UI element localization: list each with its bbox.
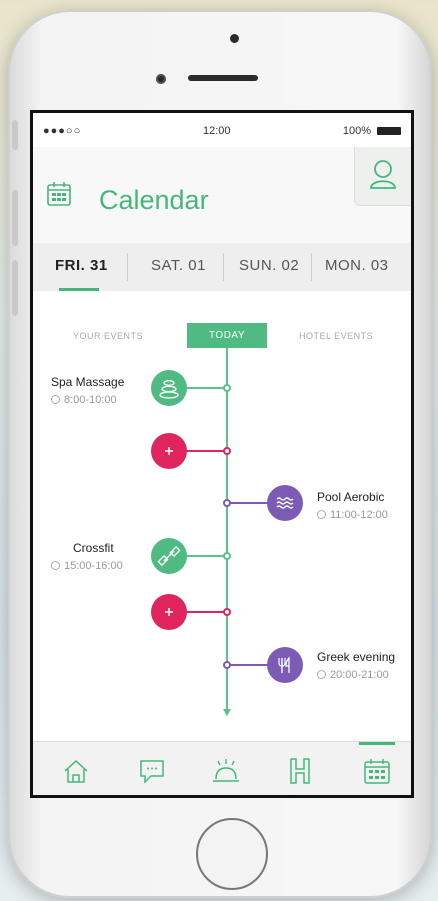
tab-mon-03[interactable]: MON. 03 [325, 257, 389, 274]
clock-icon [317, 510, 326, 519]
water-waves-icon [276, 497, 294, 509]
tab-sun-02[interactable]: SUN. 02 [239, 257, 299, 274]
event-time: 20:00-21:00 [317, 669, 389, 681]
active-nav-indicator [359, 742, 395, 745]
app-header: Calendar [33, 147, 411, 243]
status-time: 12:00 [203, 125, 231, 137]
profile-button[interactable] [354, 147, 411, 206]
connector-line [227, 664, 271, 666]
connector-line [183, 387, 227, 389]
connector-line [183, 611, 227, 613]
event-title: Pool Aerobic [317, 490, 385, 504]
timeline-node [223, 499, 231, 507]
chat-icon[interactable] [137, 756, 167, 786]
pool-aerobic-event-button[interactable] [267, 485, 303, 521]
front-camera [156, 74, 166, 84]
clock-icon [317, 670, 326, 679]
dumbbell-icon [157, 545, 181, 567]
clock-icon [51, 561, 60, 570]
volume-down-button [12, 260, 18, 316]
timeline-axis [226, 348, 228, 713]
hotel-icon[interactable] [285, 756, 315, 786]
tab-divider [127, 253, 128, 281]
event-title: Greek evening [317, 650, 396, 664]
event-time: 15:00-16:00 [51, 560, 123, 572]
timeline-node [223, 384, 231, 392]
calendar-icon [47, 182, 71, 206]
add-event-button[interactable] [151, 433, 187, 469]
your-events-label: YOUR EVENTS [73, 331, 144, 341]
earpiece-speaker [188, 75, 258, 81]
date-tabs: FRI. 31 SAT. 01 SUN. 02 MON. 03 [33, 243, 411, 291]
timeline-node [223, 661, 231, 669]
proximity-sensor [230, 34, 239, 43]
event-title: Crossfit [73, 541, 114, 555]
page-title: Calendar [99, 185, 209, 215]
greek-evening-event-button[interactable] [267, 647, 303, 683]
event-time: 8:00-10:00 [51, 394, 117, 406]
add-event-button[interactable] [151, 594, 187, 630]
spa-event-button[interactable] [151, 370, 187, 406]
timeline-node [223, 447, 231, 455]
connector-line [183, 555, 227, 557]
mute-switch [12, 120, 18, 150]
calendar-icon[interactable] [362, 756, 392, 786]
fork-knife-icon [278, 656, 290, 673]
tab-divider [311, 253, 312, 281]
volume-up-button [12, 190, 18, 246]
home-icon[interactable] [61, 756, 91, 786]
timeline-node [223, 608, 231, 616]
clock-icon [51, 395, 60, 404]
tab-divider [223, 253, 224, 281]
hotel-events-label: HOTEL EVENTS [299, 331, 374, 341]
event-time: 11:00-12:00 [317, 509, 388, 521]
today-button[interactable]: TODAY [187, 323, 267, 348]
status-bar: ●●●○○ 12:00 100% [33, 113, 411, 147]
add-icon [165, 447, 173, 455]
connector-line [183, 450, 227, 452]
connector-line [227, 502, 271, 504]
app-screen: ●●●○○ 12:00 100% Calendar FRI. 31 SAT. 0… [30, 110, 414, 798]
battery-level: 100% [342, 125, 371, 137]
spa-stones-icon [159, 380, 179, 399]
home-button[interactable] [196, 818, 268, 890]
active-tab-indicator [59, 288, 99, 291]
battery-icon [377, 127, 401, 135]
bottom-nav [33, 741, 411, 795]
timeline-arrow [223, 709, 231, 716]
tab-fri-31[interactable]: FRI. 31 [55, 257, 108, 274]
event-title: Spa Massage [51, 375, 125, 389]
add-icon [165, 608, 173, 616]
user-icon [370, 160, 396, 189]
room-service-icon[interactable] [211, 756, 241, 786]
timeline-node [223, 552, 231, 560]
signal-indicator: ●●●○○ [43, 125, 82, 137]
tab-sat-01[interactable]: SAT. 01 [151, 257, 206, 274]
crossfit-event-button[interactable] [151, 538, 187, 574]
